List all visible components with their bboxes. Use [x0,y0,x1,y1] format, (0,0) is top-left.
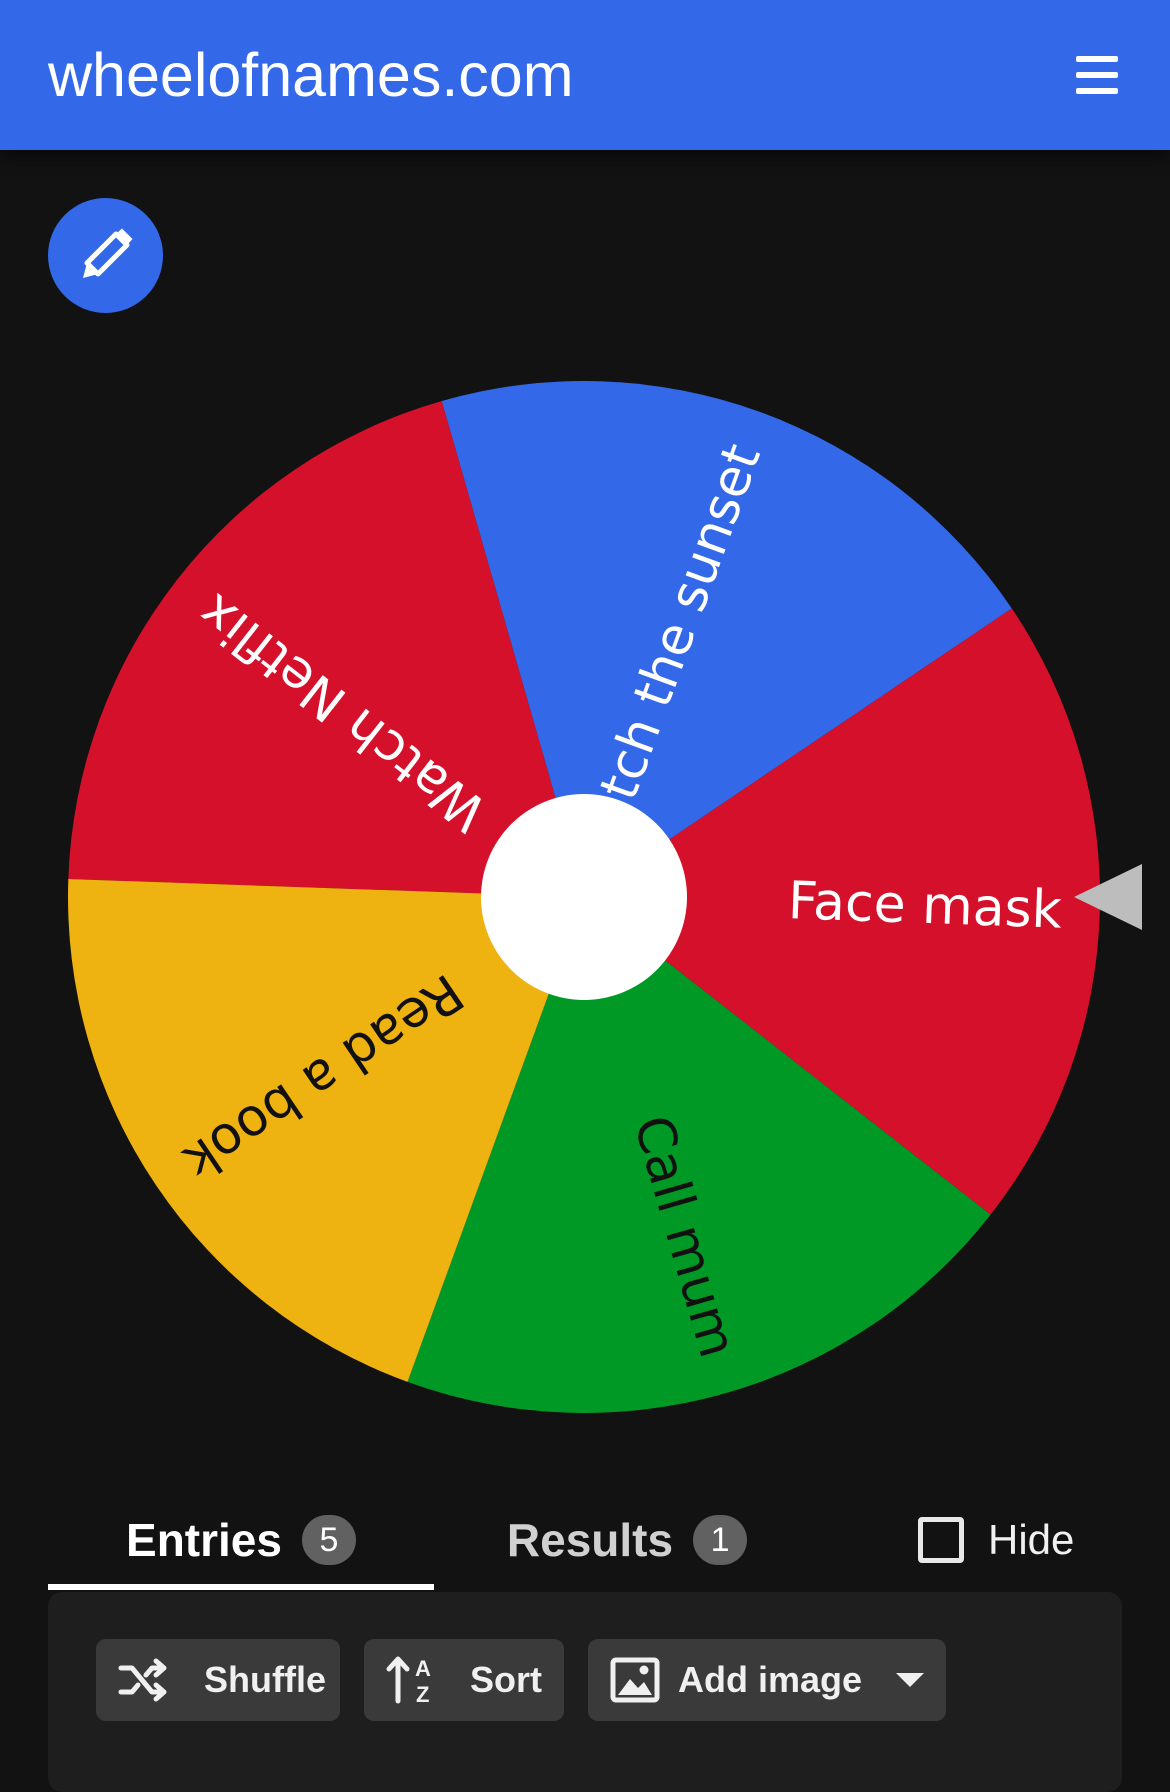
top-app-bar: wheelofnames.com [0,0,1170,150]
shuffle-icon [118,1658,167,1702]
sort-az-icon: A Z [386,1656,431,1705]
results-count-badge: 1 [693,1515,748,1565]
entries-results-tabs: Entries 5 Results 1 Hide [48,1492,1122,1592]
hamburger-menu-button[interactable] [1066,52,1130,98]
svg-text:A: A [415,1656,431,1681]
tab-results[interactable]: Results 1 [434,1492,820,1588]
hide-checkbox-toggle[interactable]: Hide [918,1492,1074,1588]
sort-button[interactable]: A Z Sort [364,1639,564,1721]
hamburger-menu-icon [1076,56,1118,62]
wheel-pointer-icon [1074,864,1142,930]
hide-checkbox[interactable] [918,1517,964,1563]
wheel-segment-label: Face mask [787,871,1063,941]
edit-wheel-button[interactable] [48,198,163,313]
spin-wheel[interactable]: Watch Netflix Watch the sunsetFace maskCa… [0,340,1170,1470]
tab-entries[interactable]: Entries 5 [48,1492,434,1588]
pencil-icon [83,228,133,278]
tab-results-label: Results [506,1514,674,1566]
svg-text:Z: Z [416,1682,429,1705]
add-image-button[interactable]: Add image [588,1639,946,1721]
tab-entries-label: Entries [126,1514,282,1566]
shuffle-button[interactable]: Shuffle [96,1639,340,1721]
sort-label: Sort [470,1659,542,1700]
image-icon [610,1657,660,1703]
hide-label: Hide [988,1516,1075,1563]
wheel-center-hub[interactable] [481,794,687,1000]
add-image-label: Add image [678,1659,863,1700]
entries-count-badge: 5 [301,1515,356,1565]
site-title[interactable]: wheelofnames.com [48,40,574,110]
shuffle-label: Shuffle [204,1659,326,1700]
entries-panel: Shuffle A Z Sort Add image [48,1592,1122,1792]
active-tab-indicator [48,1584,434,1590]
caret-down-icon[interactable] [894,1670,926,1690]
